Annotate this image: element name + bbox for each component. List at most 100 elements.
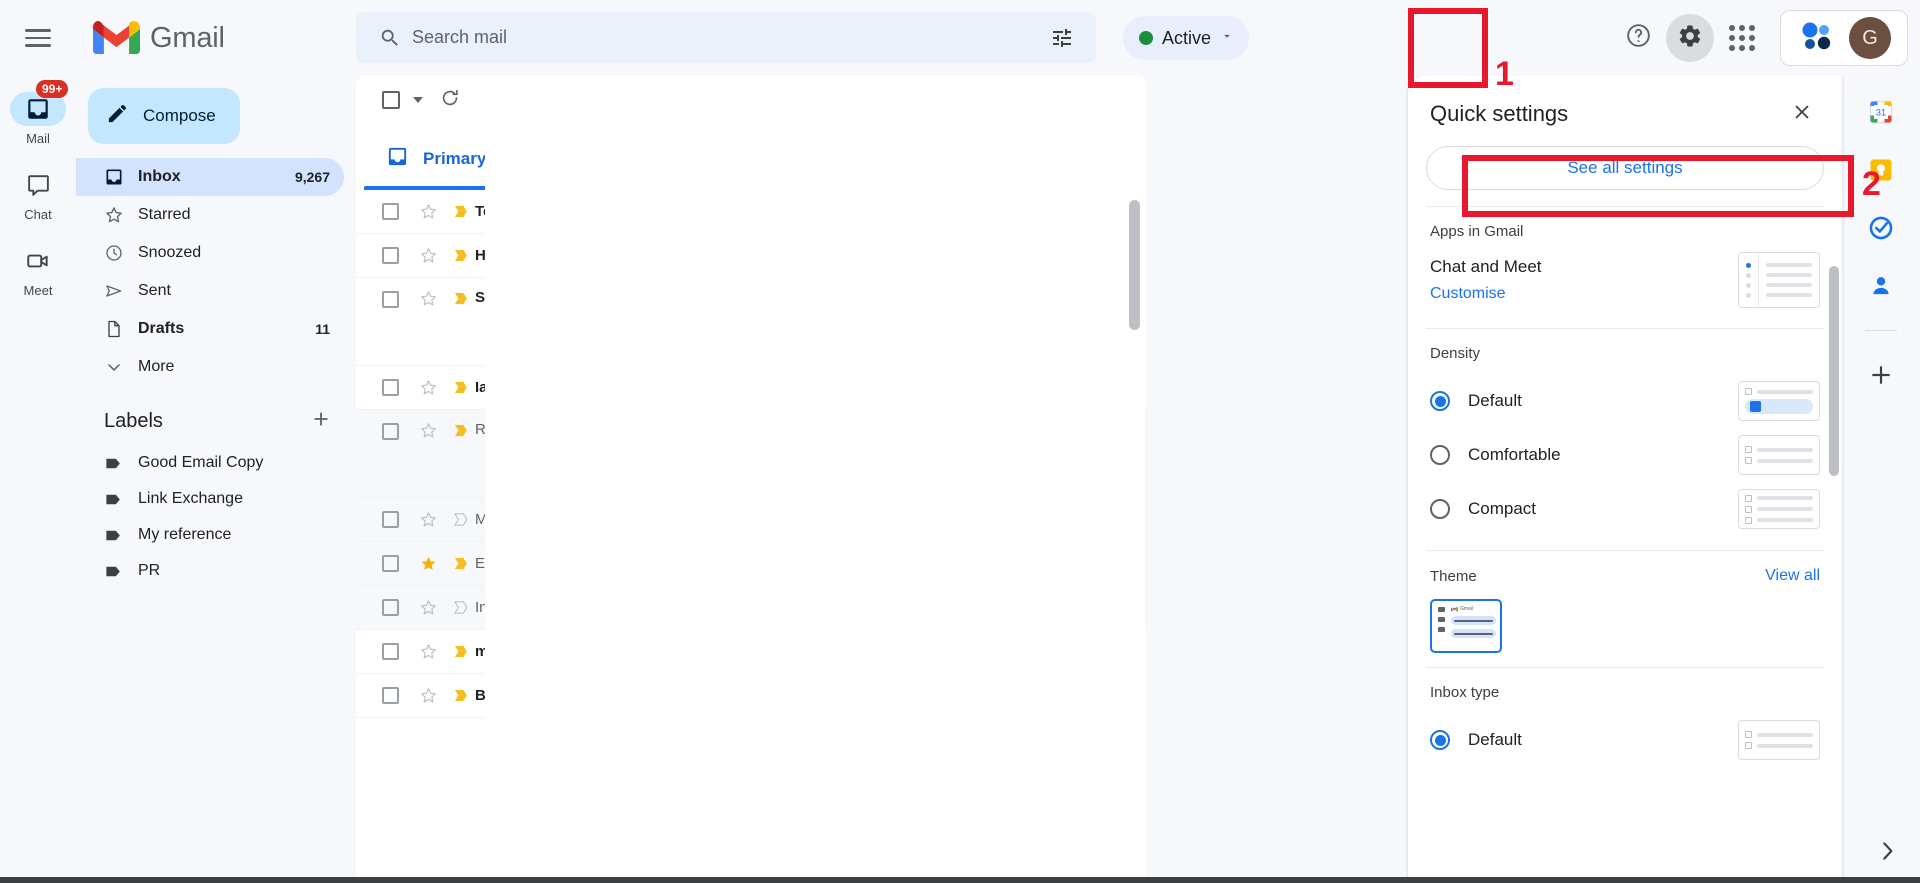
- select-all-checkbox[interactable]: [382, 91, 400, 109]
- table-row[interactable]: Ha 14:43: [356, 234, 1146, 278]
- important-marker-icon[interactable]: [445, 247, 475, 264]
- app-rail-item-mail[interactable]: 99+ Mail: [6, 80, 70, 146]
- sidebar-label-item-my-reference[interactable]: My reference: [76, 517, 356, 553]
- expand-side-panel-button[interactable]: [1874, 838, 1900, 869]
- mail-list-scrollbar[interactable]: [1129, 200, 1140, 330]
- tab-social[interactable]: Social 50 new Quora தொகுப்பு, Quora ...: [814, 128, 1094, 190]
- label-text: My reference: [138, 526, 232, 543]
- row-checkbox[interactable]: [382, 247, 399, 264]
- star-outline-icon[interactable]: [411, 421, 445, 440]
- important-marker-icon[interactable]: [445, 555, 475, 572]
- sidebar-item-snoozed[interactable]: Snoozed: [76, 234, 344, 272]
- google-apps-button[interactable]: [1718, 14, 1766, 62]
- sidebar-item-drafts[interactable]: Drafts 11: [76, 310, 344, 348]
- table-row[interactable]: Ma 04:31: [356, 498, 1146, 542]
- theme-view-all-link[interactable]: View all: [1765, 567, 1820, 585]
- radio-button[interactable]: [1430, 730, 1450, 750]
- star-outline-icon[interactable]: [411, 378, 445, 397]
- help-button[interactable]: [1614, 14, 1662, 62]
- tab-promotions[interactable]: Promotions 11 new Team Capterra, Grammar…: [524, 128, 814, 190]
- table-row[interactable]: Ia 13:37: [356, 366, 1146, 410]
- row-checkbox[interactable]: [382, 643, 399, 660]
- status-chip[interactable]: Active: [1123, 16, 1250, 60]
- more-options-button[interactable]: [477, 79, 519, 121]
- search-bar[interactable]: [356, 12, 1096, 63]
- table-row[interactable]: me 5 Aug: [356, 630, 1146, 674]
- google-contacts-icon[interactable]: [1867, 272, 1895, 300]
- table-row[interactable]: Re 11:10: [356, 410, 1146, 498]
- important-marker-icon[interactable]: [445, 643, 475, 660]
- star-outline-icon[interactable]: [411, 202, 445, 221]
- row-checkbox[interactable]: [382, 599, 399, 616]
- row-checkbox[interactable]: [382, 555, 399, 572]
- app-rail-item-chat[interactable]: Chat: [6, 168, 70, 222]
- table-row[interactable]: Te 14:50: [356, 190, 1146, 234]
- row-checkbox[interactable]: [382, 203, 399, 220]
- important-marker-outline-icon[interactable]: [445, 511, 475, 528]
- star-outline-icon[interactable]: [411, 686, 445, 705]
- table-row[interactable]: Er 04:21: [356, 542, 1146, 586]
- sidebar-label-item-pr[interactable]: PR: [76, 553, 356, 589]
- customise-link[interactable]: Customise: [1430, 285, 1542, 303]
- star-outline-icon[interactable]: [411, 642, 445, 661]
- star-outline-icon[interactable]: [411, 598, 445, 617]
- radio-button[interactable]: [1430, 499, 1450, 519]
- sidebar-label-item-link-exchange[interactable]: Link Exchange: [76, 481, 356, 517]
- star-outline-icon[interactable]: [411, 246, 445, 265]
- account-box[interactable]: G: [1780, 10, 1908, 66]
- plus-icon[interactable]: [1867, 361, 1895, 389]
- apps-section-title: Apps in Gmail: [1430, 223, 1524, 240]
- app-rail-item-meet[interactable]: Meet: [6, 244, 70, 298]
- main-menu-button[interactable]: [8, 8, 68, 68]
- sidebar-item-sent[interactable]: Sent: [76, 272, 344, 310]
- row-checkbox[interactable]: [382, 379, 399, 396]
- see-all-settings-button[interactable]: See all settings: [1426, 146, 1824, 190]
- important-marker-icon[interactable]: [445, 290, 475, 307]
- settings-button[interactable]: [1666, 14, 1714, 62]
- sidebar-item-starred[interactable]: Starred: [76, 196, 344, 234]
- tab-subtitle-promotions: Team Capterra, Grammarly...: [591, 163, 765, 178]
- important-marker-icon[interactable]: [445, 687, 475, 704]
- tune-filter-icon[interactable]: [1040, 26, 1084, 50]
- select-all-chevron-down-icon[interactable]: [413, 97, 423, 103]
- sidebar-label-item-good-email-copy[interactable]: Good Email Copy: [76, 445, 356, 481]
- important-marker-icon[interactable]: [445, 422, 475, 439]
- density-option-compact[interactable]: Compact: [1430, 482, 1820, 536]
- table-row[interactable]: Sc 13:42: [356, 278, 1146, 366]
- gmail-brand[interactable]: Gmail: [93, 20, 328, 56]
- row-checkbox[interactable]: [382, 291, 399, 308]
- google-calendar-icon[interactable]: 31: [1867, 98, 1895, 126]
- table-row[interactable]: Bo ne multiple c 5 Aug: [356, 674, 1146, 718]
- sidebar-label-more: More: [138, 358, 175, 375]
- star-outline-icon[interactable]: [411, 289, 445, 308]
- plus-icon[interactable]: [310, 408, 332, 435]
- refresh-button[interactable]: [429, 79, 471, 121]
- tab-primary[interactable]: Primary: [356, 128, 524, 190]
- sidebar-count-inbox: 9,267: [294, 169, 330, 185]
- important-marker-outline-icon[interactable]: [445, 599, 475, 616]
- star-outline-icon[interactable]: [411, 510, 445, 529]
- table-row[interactable]: Int 00:38: [356, 586, 1146, 630]
- inbox-type-option-default[interactable]: Default: [1430, 713, 1820, 767]
- prev-page-button[interactable]: [1038, 86, 1080, 128]
- search-input[interactable]: [412, 27, 1040, 48]
- radio-button[interactable]: [1430, 445, 1450, 465]
- theme-thumbnail-selected[interactable]: Gmail: [1430, 599, 1502, 653]
- density-option-comfortable[interactable]: Comfortable: [1430, 428, 1820, 482]
- star-filled-icon[interactable]: [411, 554, 445, 573]
- next-page-button[interactable]: [1088, 86, 1130, 128]
- density-option-default[interactable]: Default: [1430, 374, 1820, 428]
- row-checkbox[interactable]: [382, 687, 399, 704]
- close-quick-settings-button[interactable]: [1784, 96, 1820, 132]
- google-tasks-icon[interactable]: [1867, 214, 1895, 242]
- important-marker-icon[interactable]: [445, 379, 475, 396]
- important-marker-icon[interactable]: [445, 203, 475, 220]
- row-checkbox[interactable]: [382, 511, 399, 528]
- row-checkbox[interactable]: [382, 423, 399, 440]
- radio-button[interactable]: [1430, 391, 1450, 411]
- compose-button[interactable]: Compose: [88, 88, 240, 144]
- avatar[interactable]: G: [1849, 17, 1891, 59]
- sidebar-item-inbox[interactable]: Inbox 9,267: [76, 158, 344, 196]
- sidebar-item-more[interactable]: More: [76, 348, 344, 386]
- quick-settings-scrollbar[interactable]: [1829, 266, 1839, 476]
